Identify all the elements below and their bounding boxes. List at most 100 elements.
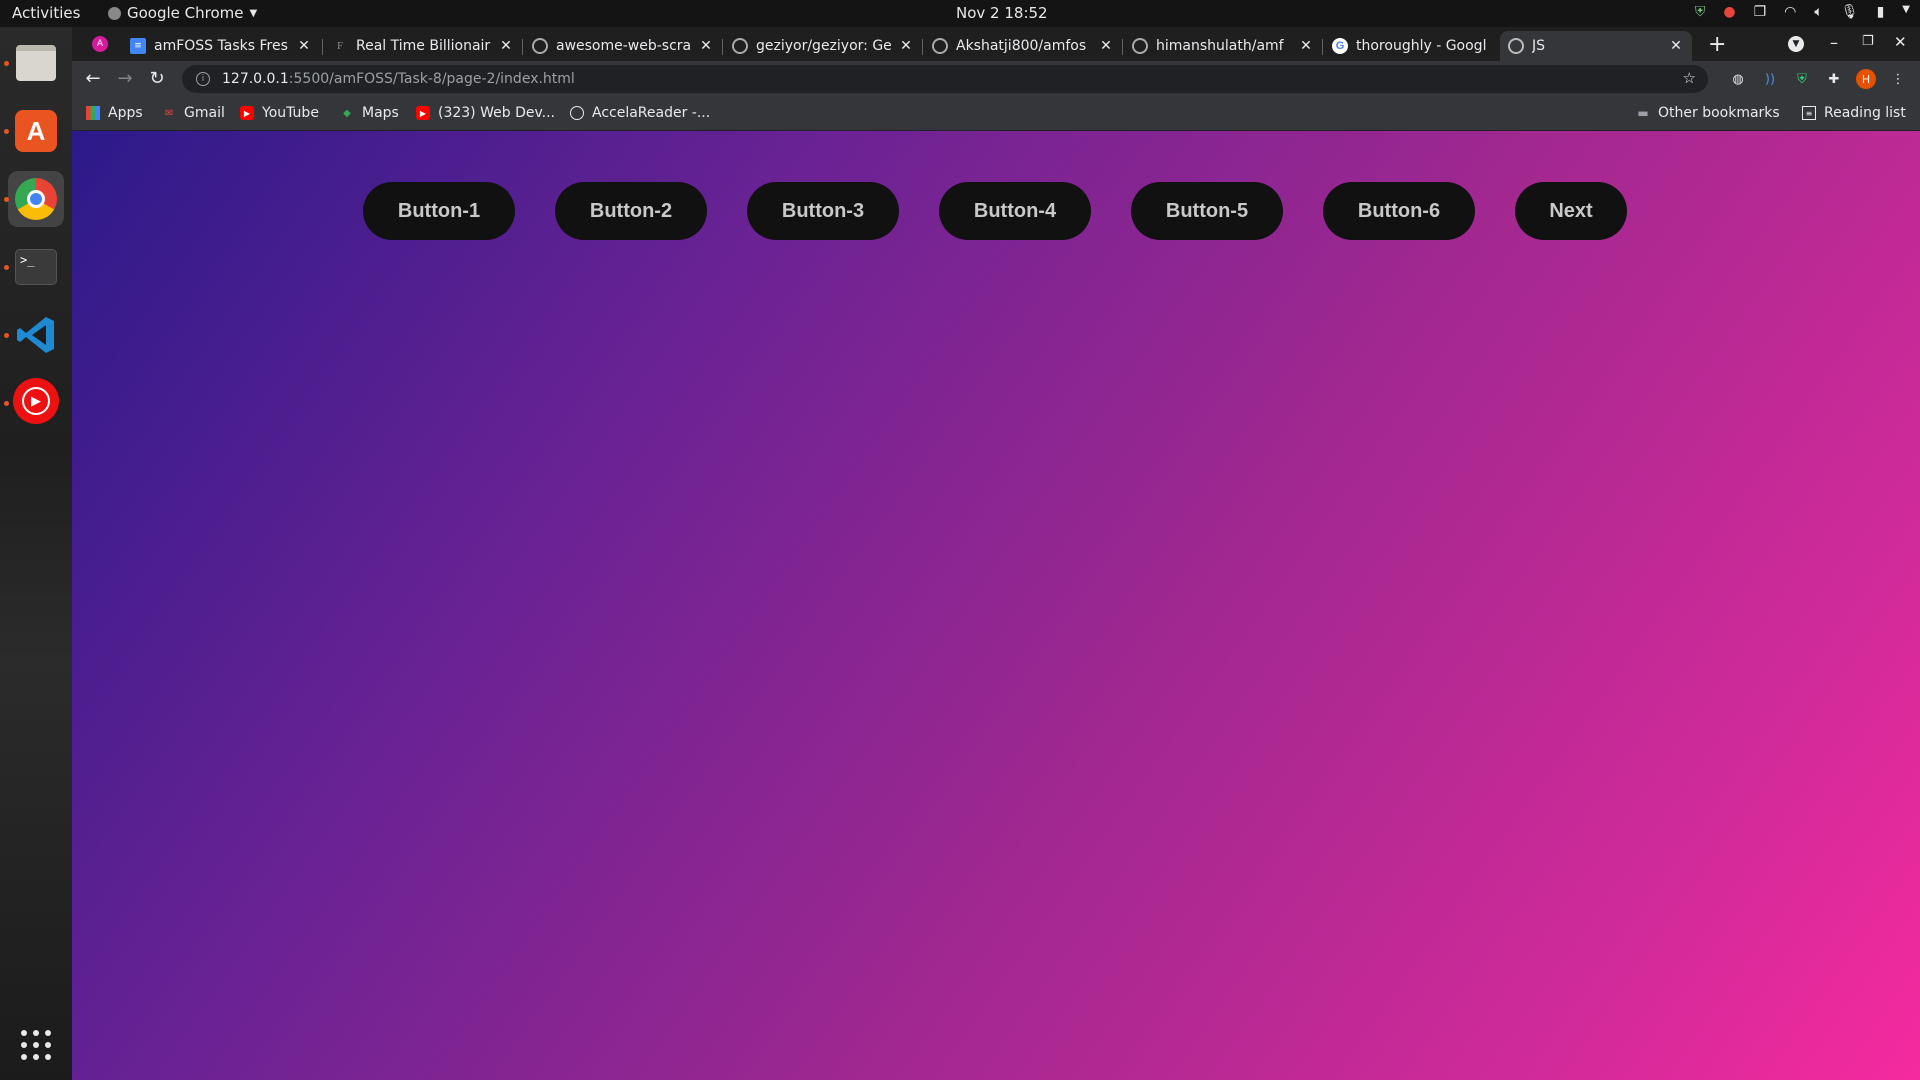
activities-button[interactable]: Activities xyxy=(12,4,80,22)
tab-strip: A ≡ amFOSS Tasks Fres ✕ F Real Time Bill… xyxy=(72,27,1920,61)
bookmark-youtube[interactable]: ▶ YouTube xyxy=(240,105,319,121)
shield-extension-icon[interactable]: ⛨ xyxy=(1792,69,1812,89)
minimize-window-button[interactable]: – xyxy=(1830,33,1838,52)
button-3[interactable]: Button-3 xyxy=(747,182,899,240)
github-icon xyxy=(532,38,548,54)
button-4[interactable]: Button-4 xyxy=(939,182,1091,240)
address-bar[interactable]: i 127.0.0.1:5500/amFOSS/Task-8/page-2/in… xyxy=(182,65,1708,93)
tab-2[interactable]: awesome-web-scra ✕ xyxy=(524,31,722,61)
bookmark-apps[interactable]: Apps xyxy=(86,105,143,121)
gmail-icon: ✉ xyxy=(164,107,174,119)
microphone-icon[interactable]: 🎙︎ xyxy=(1841,4,1859,20)
system-tray[interactable]: ⛨ ● ❐ ◠ 🔈︎ 🎙︎ ▮ ▼ xyxy=(1695,4,1910,20)
tab-5[interactable]: himanshulath/amf ✕ xyxy=(1124,31,1322,61)
extension-icon[interactable]: ◍ xyxy=(1728,69,1748,89)
youtube-icon: ▶ xyxy=(416,106,430,120)
tab-search-button[interactable]: ▼ xyxy=(1788,36,1804,52)
other-bookmarks[interactable]: ▬ Other bookmarks xyxy=(1636,105,1779,121)
dock-terminal[interactable]: >_ xyxy=(8,239,64,295)
button-1[interactable]: Button-1 xyxy=(363,182,515,240)
reading-list[interactable]: ≡ Reading list xyxy=(1802,105,1906,121)
software-center-icon: A xyxy=(15,110,57,152)
dock-vscode[interactable] xyxy=(8,307,64,363)
browser-chrome: A ≡ amFOSS Tasks Fres ✕ F Real Time Bill… xyxy=(72,27,1920,131)
tab-3[interactable]: geziyor/geziyor: Ge ✕ xyxy=(724,31,922,61)
globe-icon xyxy=(1508,38,1524,54)
caret-down-icon: ▼ xyxy=(249,7,258,19)
chrome-menu-icon[interactable]: ⋮ xyxy=(1888,69,1908,89)
folder-icon: ▬ xyxy=(1637,106,1649,120)
button-2[interactable]: Button-2 xyxy=(555,182,707,240)
extensions-puzzle-icon[interactable]: ✚ xyxy=(1824,69,1844,89)
tab-title: Real Time Billionair xyxy=(356,38,491,54)
show-applications-button[interactable] xyxy=(8,1017,64,1073)
dock-youtube-music[interactable]: ▶ xyxy=(8,373,64,429)
tab-6[interactable]: G thoroughly - Googl ✕ xyxy=(1324,31,1520,61)
github-icon xyxy=(1132,38,1148,54)
close-tab-icon[interactable]: ✕ xyxy=(1098,38,1114,54)
bookmark-webdev[interactable]: ▶ (323) Web Dev... xyxy=(416,105,555,121)
bookmark-star-icon[interactable]: ☆ xyxy=(1683,69,1696,87)
next-button[interactable]: Next xyxy=(1515,182,1627,240)
profile-avatar[interactable]: H xyxy=(1856,69,1876,89)
button-5[interactable]: Button-5 xyxy=(1131,182,1283,240)
dock: A >_ ▶ xyxy=(0,27,72,1080)
shield-icon[interactable]: ⛨ xyxy=(1695,4,1706,20)
tab-4[interactable]: Akshatji800/amfos ✕ xyxy=(924,31,1122,61)
button-6[interactable]: Button-6 xyxy=(1323,182,1475,240)
wifi-icon[interactable]: ◠ xyxy=(1784,4,1796,20)
tab-title: Akshatji800/amfos xyxy=(956,38,1087,54)
maximize-window-button[interactable]: ❐ xyxy=(1862,34,1874,49)
tab-title: geziyor/geziyor: Ge xyxy=(756,38,892,54)
tab-title: awesome-web-scra xyxy=(556,38,692,54)
app-menu[interactable]: Google Chrome ▼ xyxy=(108,4,257,22)
extension-icon[interactable]: )) xyxy=(1760,69,1780,89)
tab-7[interactable]: JS ✕ xyxy=(1500,31,1692,61)
dock-chrome[interactable] xyxy=(8,171,64,227)
close-window-button[interactable]: ✕ xyxy=(1894,33,1907,51)
app-menu-label: Google Chrome xyxy=(127,4,244,22)
bookmark-label: Apps xyxy=(108,105,143,121)
close-tab-icon[interactable]: ✕ xyxy=(898,38,914,54)
forward-button[interactable]: → xyxy=(114,68,136,89)
maps-pin-icon: ◆ xyxy=(343,107,351,119)
clock[interactable]: Nov 2 18:52 xyxy=(956,4,1048,22)
tab-title: JS xyxy=(1532,38,1546,54)
chrome-tray-icon[interactable]: ● xyxy=(1723,4,1735,20)
files-icon xyxy=(16,45,56,81)
site-info-icon[interactable]: i xyxy=(196,72,210,86)
tab-title: thoroughly - Googl xyxy=(1356,38,1487,54)
bookmark-maps[interactable]: ◆ Maps xyxy=(340,105,399,121)
windows-icon[interactable]: ❐ xyxy=(1754,4,1767,20)
reload-button[interactable]: ↻ xyxy=(146,68,168,89)
youtube-icon: ▶ xyxy=(240,106,254,120)
close-tab-icon[interactable]: ✕ xyxy=(1668,38,1684,54)
dock-files[interactable] xyxy=(8,35,64,91)
bookmark-label: (323) Web Dev... xyxy=(438,105,556,121)
google-icon: G xyxy=(1332,38,1348,54)
power-menu-icon[interactable]: ▼ xyxy=(1902,4,1910,20)
tab-0[interactable]: ≡ amFOSS Tasks Fres ✕ xyxy=(122,31,320,61)
close-tab-icon[interactable]: ✕ xyxy=(498,38,514,54)
profile-tab-icon[interactable]: A xyxy=(92,36,108,52)
bookmark-accelareader[interactable]: AccelaReader -... xyxy=(570,105,710,121)
dock-software[interactable]: A xyxy=(8,103,64,159)
tab-1[interactable]: F Real Time Billionair ✕ xyxy=(324,31,522,61)
running-indicator xyxy=(4,265,9,270)
github-icon xyxy=(732,38,748,54)
chrome-icon xyxy=(15,178,57,220)
globe-icon xyxy=(570,106,584,120)
new-tab-button[interactable]: + xyxy=(1708,32,1726,57)
bookmark-gmail[interactable]: ✉ Gmail xyxy=(162,105,225,121)
toolbar: ← → ↻ i 127.0.0.1:5500/amFOSS/Task-8/pag… xyxy=(72,61,1920,97)
close-tab-icon[interactable]: ✕ xyxy=(296,38,312,54)
volume-icon[interactable]: 🔈︎ xyxy=(1814,4,1822,20)
close-tab-icon[interactable]: ✕ xyxy=(698,38,714,54)
battery-icon[interactable]: ▮ xyxy=(1877,4,1885,20)
youtube-music-icon: ▶ xyxy=(13,378,59,424)
docs-icon: ≡ xyxy=(130,38,146,54)
close-tab-icon[interactable]: ✕ xyxy=(1298,38,1314,54)
back-button[interactable]: ← xyxy=(82,68,104,89)
github-icon xyxy=(932,38,948,54)
button-row: Button-1 Button-2 Button-3 Button-4 Butt… xyxy=(72,182,1920,240)
